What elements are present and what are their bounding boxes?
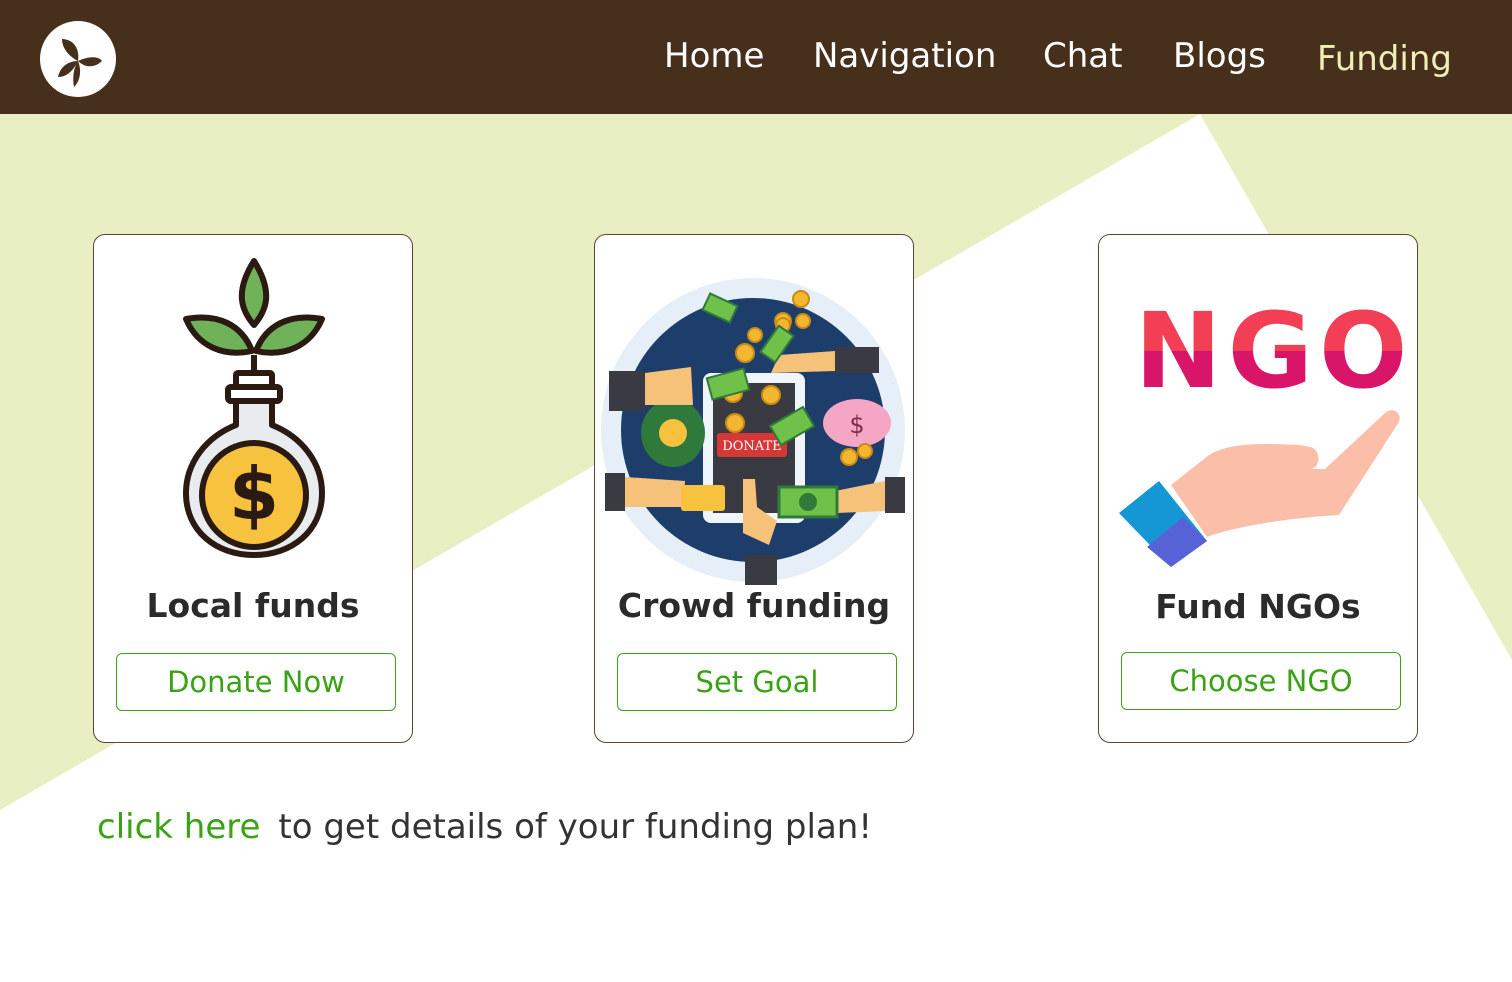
- set-goal-button[interactable]: Set Goal: [617, 653, 897, 711]
- funding-plan-note: click here to get details of your funding…: [97, 805, 872, 849]
- ngo-hand-icon: NGO: [1119, 290, 1414, 567]
- crowdfunding-illustration: DONATE $: [601, 278, 905, 585]
- nav-funding[interactable]: Funding: [1317, 37, 1452, 81]
- fund-ngos-card: NGO Fund NGOs Choose NGO: [1098, 234, 1418, 743]
- leaf-logo-icon[interactable]: [40, 21, 116, 97]
- card-title: Crowd funding: [617, 586, 891, 625]
- top-navbar: Home Navigation Chat Blogs Funding: [0, 0, 1512, 114]
- svg-text:$: $: [229, 452, 279, 536]
- donate-now-button[interactable]: Donate Now: [116, 653, 396, 711]
- local-funds-card: $ Local funds Donate Now: [93, 234, 413, 743]
- card-title: Fund NGOs: [1155, 587, 1361, 626]
- card-title: Local funds: [146, 586, 360, 625]
- plant-coin-bulb-icon: $: [183, 258, 325, 558]
- nav-blogs[interactable]: Blogs: [1173, 34, 1266, 78]
- funding-plan-text: to get details of your funding plan!: [278, 807, 872, 847]
- donate-label: DONATE: [722, 439, 781, 454]
- choose-ngo-button[interactable]: Choose NGO: [1121, 652, 1401, 710]
- click-here-link[interactable]: click here: [97, 807, 260, 847]
- svg-text:$: $: [849, 411, 864, 439]
- nav-home[interactable]: Home: [664, 34, 764, 78]
- crowd-funding-card: DONATE $ Crowd funding Set Goal: [594, 234, 914, 743]
- nav-chat[interactable]: Chat: [1043, 34, 1122, 78]
- ngo-label: NGO: [1135, 290, 1414, 412]
- nav-navigation[interactable]: Navigation: [813, 34, 996, 78]
